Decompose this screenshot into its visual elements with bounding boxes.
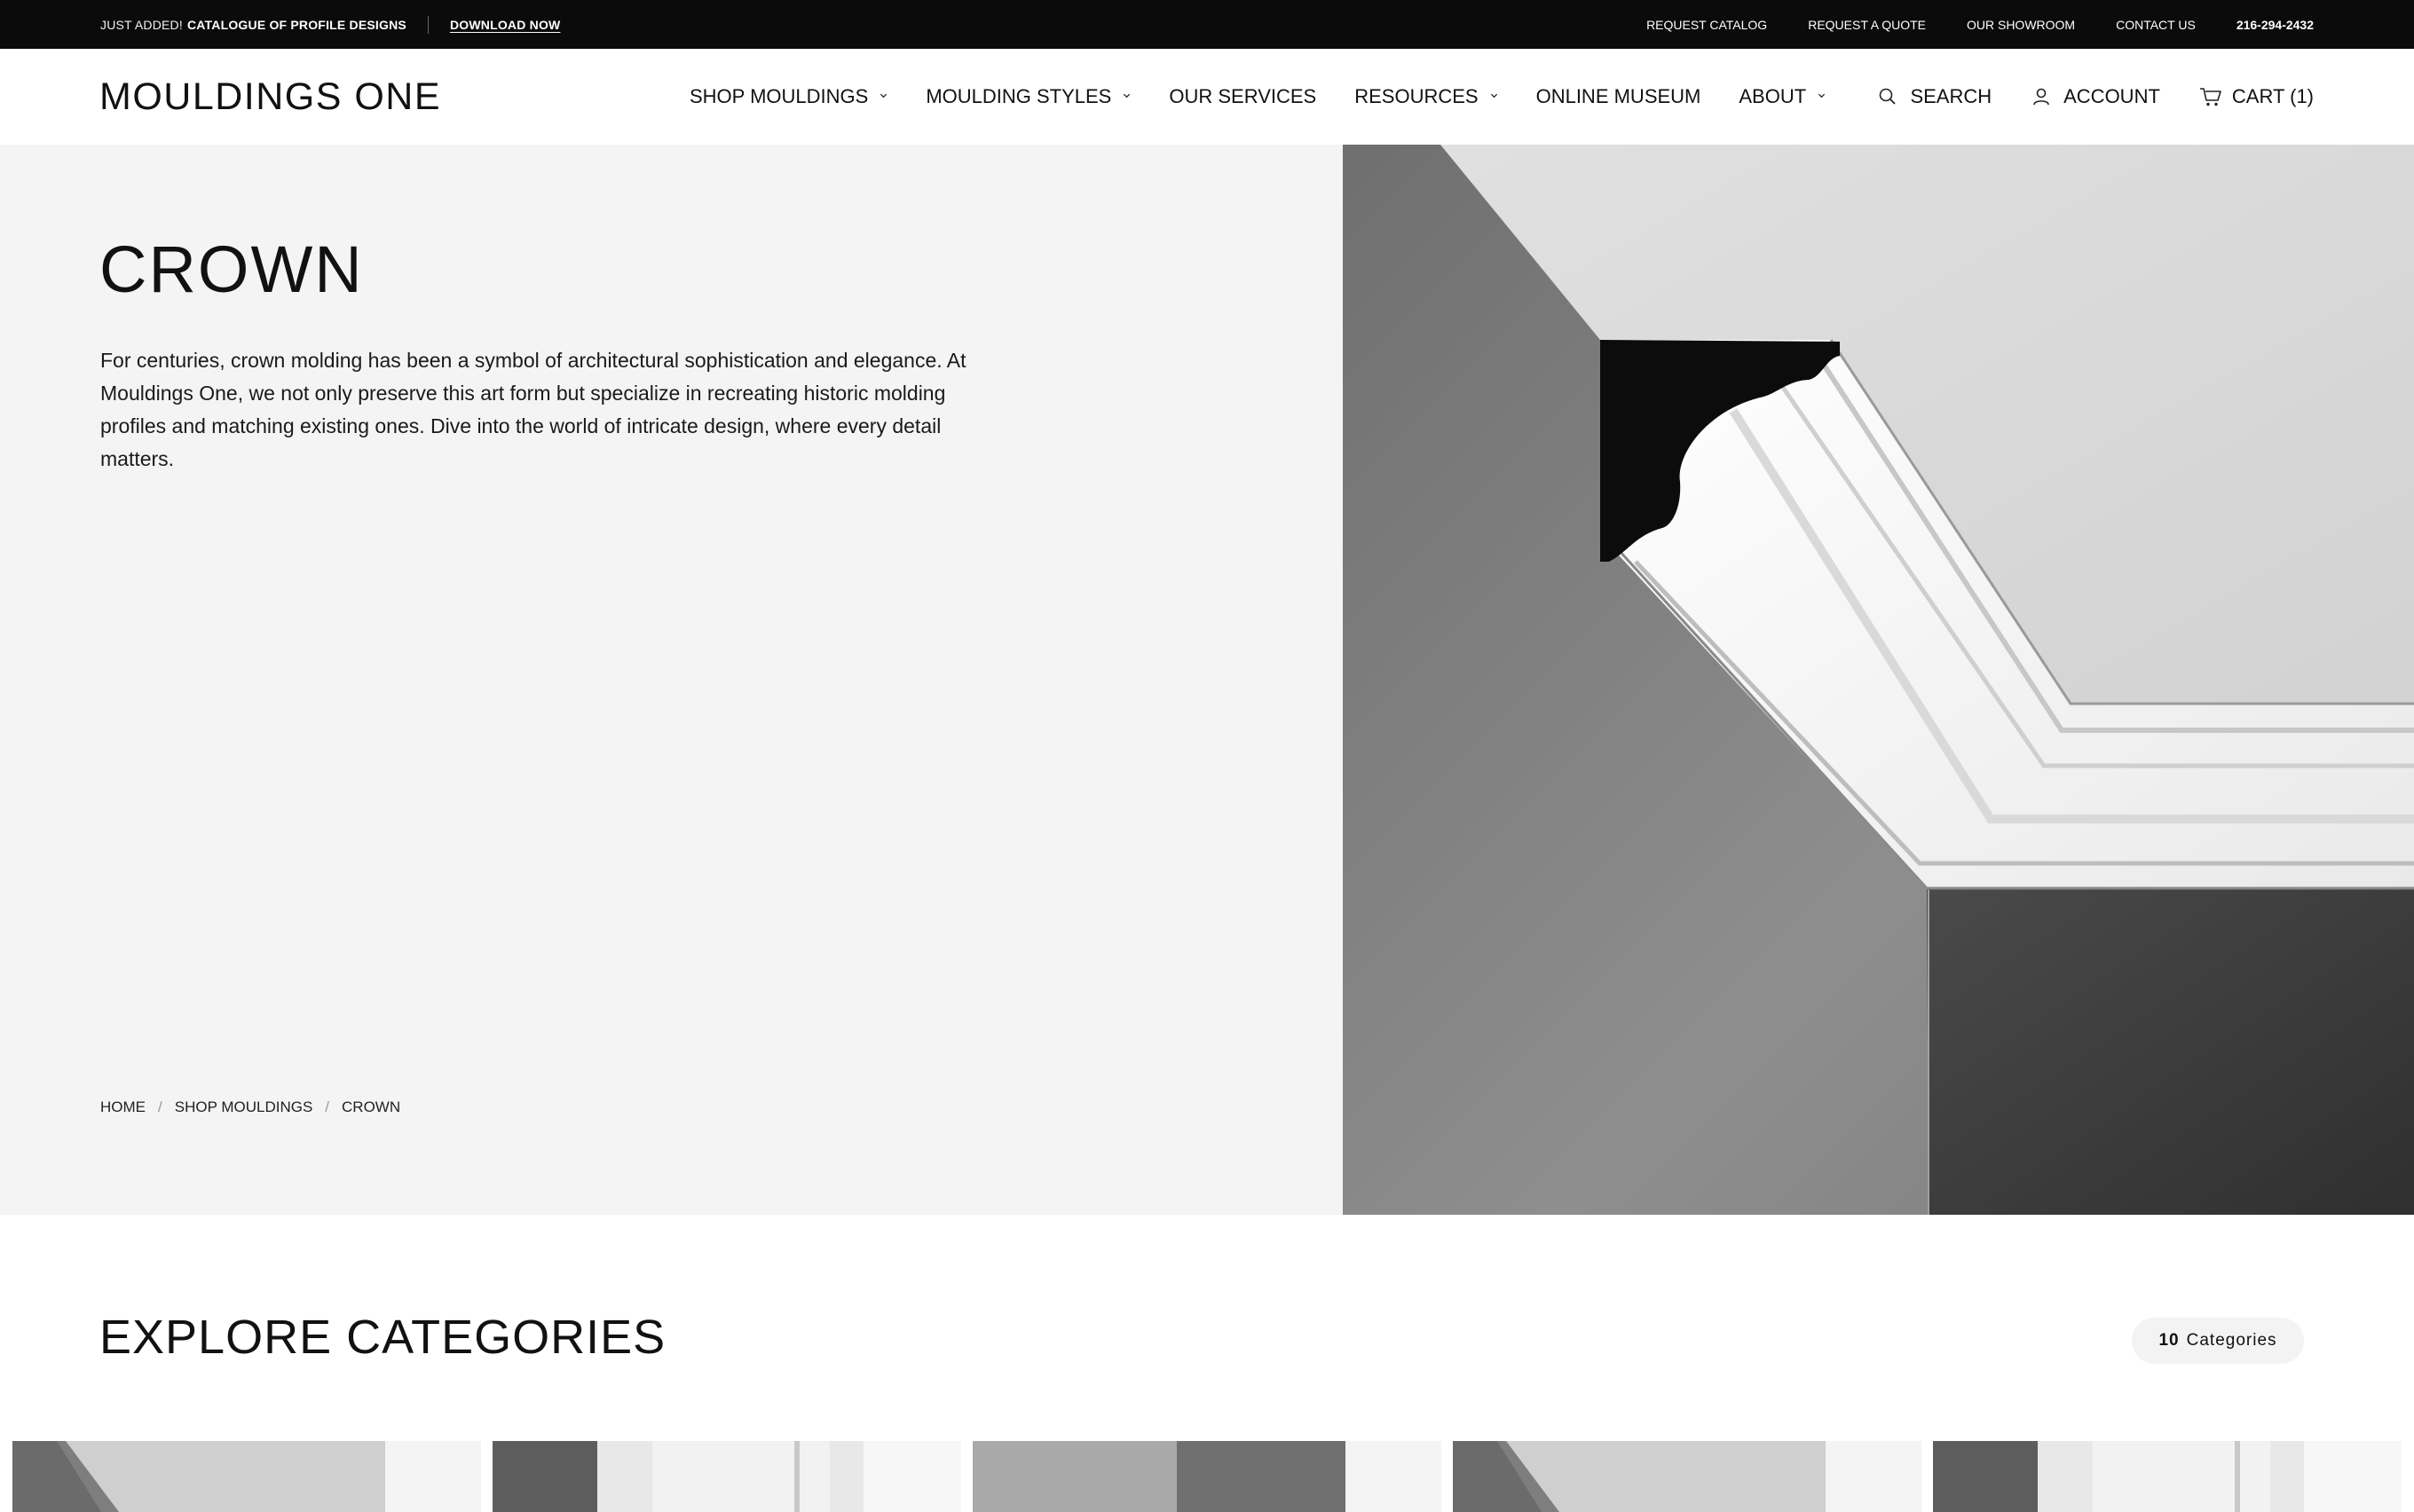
nav-label: RESOURCES [1354,85,1479,107]
announcement-bar: JUST ADDED! CATALOGUE OF PROFILE DESIGNS… [0,0,2414,49]
categories-count-number: 10 [2158,1331,2180,1350]
nav-about[interactable]: ABOUT [1739,85,1826,108]
user-icon [2031,86,2052,107]
contact-us-link[interactable]: CONTACT US [2116,18,2196,32]
search-icon [1877,86,1898,107]
cart-label: CART (1) [2231,85,2314,107]
main-nav: SHOP MOULDINGS MOULDING STYLES OUR SERVI… [690,49,1864,145]
breadcrumb-separator: / [325,1099,330,1115]
nav-label: SHOP MOULDINGS [690,85,869,107]
category-card[interactable] [1933,1441,2402,1512]
breadcrumb-current: CROWN [342,1099,401,1115]
hero-image [1343,145,2414,1215]
nav-moulding-styles[interactable]: MOULDING STYLES [926,85,1131,108]
breadcrumb-home[interactable]: HOME [100,1099,146,1116]
category-card[interactable] [973,1441,1441,1512]
announcement-highlight: CATALOGUE OF PROFILE DESIGNS [186,17,406,32]
nav-online-museum[interactable]: ONLINE MUSEUM [1536,85,1701,108]
header-utilities: SEARCH ACCOUNT CART (1) [1838,49,2314,145]
nav-shop-mouldings[interactable]: SHOP MOULDINGS [690,85,888,108]
crown-corner-thumbnail [1453,1441,1921,1512]
hero-text-panel: CROWN For centuries, crown molding has b… [0,145,1343,1215]
hero-description: For centuries, crown molding has been a … [100,349,966,470]
site-header: MOULDINGS ONE SHOP MOULDINGS MOULDING ST… [0,49,2414,145]
nav-label: OUR SERVICES [1169,85,1317,107]
category-card[interactable] [493,1441,961,1512]
nav-label: ONLINE MUSEUM [1535,85,1701,107]
categories-count-label: Categories [2186,1331,2277,1350]
chevron-down-icon [1818,91,1826,99]
category-card[interactable] [12,1441,481,1512]
crown-corner-thumbnail [12,1441,481,1512]
cart-button[interactable]: CART (1) [2199,85,2314,108]
search-button[interactable]: SEARCH [1877,85,1992,108]
request-quote-link[interactable]: REQUEST A QUOTE [1808,18,1926,32]
nav-resources[interactable]: RESOURCES [1354,85,1497,108]
nav-label: ABOUT [1739,85,1807,107]
announcement-promo: JUST ADDED! CATALOGUE OF PROFILE DESIGNS… [100,0,560,49]
breadcrumb: HOME / SHOP MOULDINGS / CROWN [100,1099,400,1116]
category-card[interactable] [1453,1441,1921,1512]
breadcrumb-shop-mouldings[interactable]: SHOP MOULDINGS [175,1099,313,1116]
door-casing-thumbnail [493,1441,961,1512]
announcement-divider [427,15,429,34]
cart-icon [2199,86,2221,107]
door-casing-thumbnail [1933,1441,2402,1512]
chevron-down-icon [1490,91,1498,99]
utility-links: REQUEST CATALOG REQUEST A QUOTE OUR SHOW… [1605,0,2314,49]
categories-count-badge: 10 Categories [2132,1318,2304,1364]
categories-grid [12,1441,2414,1512]
breadcrumb-separator: / [158,1099,162,1115]
account-label: ACCOUNT [2063,85,2160,107]
chevron-down-icon [1123,91,1131,99]
request-catalog-link[interactable]: REQUEST CATALOG [1646,18,1767,32]
wall-corner-thumbnail [973,1441,1441,1512]
chevron-down-icon [880,91,888,99]
nav-label: MOULDING STYLES [926,85,1112,107]
our-showroom-link[interactable]: OUR SHOWROOM [1967,18,2075,32]
hero-section: CROWN For centuries, crown molding has b… [0,145,2414,1215]
site-logo[interactable]: MOULDINGS ONE [99,75,441,119]
phone-link[interactable]: 216-294-2432 [2236,18,2314,32]
nav-our-services[interactable]: OUR SERVICES [1169,85,1316,108]
search-label: SEARCH [1910,85,1992,107]
page-title: CROWN [99,232,364,306]
account-button[interactable]: ACCOUNT [2031,85,2160,108]
download-now-link[interactable]: DOWNLOAD NOW [450,18,561,32]
announcement-lead: JUST ADDED! [100,17,183,32]
explore-categories-title: EXPLORE CATEGORIES [99,1311,667,1364]
